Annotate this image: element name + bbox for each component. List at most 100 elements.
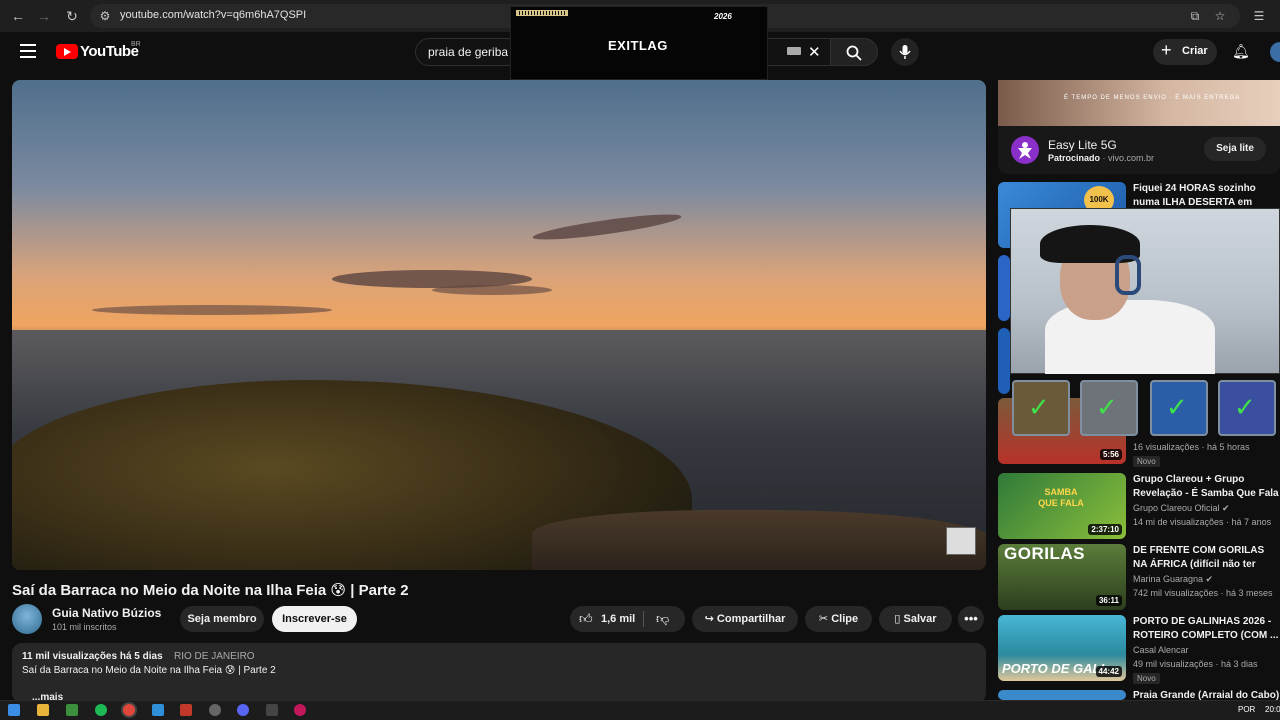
notifications-bell-icon[interactable]: 🔔︎ bbox=[1232, 43, 1250, 59]
thumb-text: GORILAS bbox=[1004, 544, 1085, 563]
channel-watermark[interactable] bbox=[946, 527, 976, 555]
youtube-wordmark[interactable]: YouTube bbox=[80, 43, 139, 60]
taskbar-app-icon[interactable] bbox=[294, 704, 306, 716]
rank-badge: ✓ bbox=[1218, 380, 1276, 436]
check-icon: ✓ bbox=[1234, 392, 1256, 422]
search-value[interactable]: praia de geriba bbox=[428, 45, 508, 59]
bookmark-star-icon[interactable]: ☆ bbox=[1213, 9, 1227, 23]
clip-button[interactable]: ✂ Clipe bbox=[805, 606, 872, 632]
video-title: Saí da Barraca no Meio da Noite na Ilha … bbox=[12, 582, 409, 599]
taskbar-app-icon[interactable] bbox=[152, 704, 164, 716]
channel-name[interactable]: Guia Nativo Búzios bbox=[52, 606, 161, 620]
reload-icon[interactable]: ↻ bbox=[64, 8, 80, 24]
discord-icon[interactable] bbox=[237, 704, 249, 716]
search-icon bbox=[846, 45, 862, 61]
recommendation-channel[interactable]: Marina Guaragna ✔ bbox=[1133, 574, 1213, 585]
check-icon: ✓ bbox=[1096, 392, 1118, 422]
video-cloud bbox=[531, 209, 683, 245]
reading-list-icon[interactable]: ☰ bbox=[1252, 9, 1266, 23]
recommendation-channel[interactable]: Casal Alencar bbox=[1133, 645, 1189, 655]
recommendation-thumbnail[interactable]: PORTO DE GALI 44:42 bbox=[998, 615, 1126, 681]
video-duration: 36:11 bbox=[1095, 595, 1122, 606]
description-views: 11 mil visualizações há 5 dias bbox=[22, 651, 163, 662]
check-icon: ✓ bbox=[1028, 392, 1050, 422]
url-text[interactable]: youtube.com/watch?v=q6m6hA7QSPI bbox=[120, 9, 306, 21]
thumbs-down-icon[interactable]: 👎︎ bbox=[656, 611, 669, 627]
new-badge: Novo bbox=[1133, 456, 1160, 467]
taskbar-app-icon[interactable] bbox=[209, 704, 221, 716]
video-cloud bbox=[92, 305, 332, 315]
chrome-icon[interactable] bbox=[123, 704, 135, 716]
thumb-text: SAMBA QUE FALA bbox=[1038, 487, 1084, 508]
save-label: Salvar bbox=[903, 613, 937, 625]
file-explorer-icon[interactable] bbox=[37, 704, 49, 716]
scissors-icon: ✂ bbox=[818, 613, 832, 625]
windows-taskbar bbox=[0, 700, 1280, 720]
keyboard-language[interactable]: POR bbox=[1238, 705, 1255, 714]
recommendation-meta: 742 mil visualizações · há 3 meses bbox=[1133, 588, 1273, 598]
like-count[interactable]: 1,6 mil bbox=[601, 613, 635, 625]
clock[interactable]: 20:0 bbox=[1265, 705, 1280, 714]
plus-icon: + bbox=[1161, 40, 1172, 60]
keyboard-icon[interactable] bbox=[787, 47, 801, 55]
thumb-text: PORTO DE GALI bbox=[1002, 661, 1105, 676]
channel-subscribers: 101 mil inscritos bbox=[52, 622, 117, 632]
exitlag-tag: 2026 bbox=[714, 12, 732, 21]
share-label: Compartilhar bbox=[716, 613, 786, 625]
hamburger-menu-icon[interactable] bbox=[20, 44, 36, 58]
microphone-icon bbox=[899, 45, 911, 59]
recommendation-thumbnail[interactable]: SAMBA QUE FALA 2:37:10 bbox=[998, 473, 1126, 539]
video-duration: 44:42 bbox=[1095, 666, 1122, 677]
ad-banner[interactable] bbox=[998, 80, 1280, 126]
recommendation-thumbnail[interactable] bbox=[998, 255, 1010, 321]
recommendation-meta: 14 mi de visualizações · há 7 anos bbox=[1133, 517, 1272, 527]
clip-label: Clipe bbox=[831, 613, 859, 625]
recommendation-thumbnail[interactable] bbox=[998, 690, 1126, 700]
site-info-icon[interactable]: ⚙ bbox=[98, 9, 112, 23]
recommendation-thumbnail[interactable]: GORILAS 36:11 bbox=[998, 544, 1126, 610]
start-icon[interactable] bbox=[8, 704, 20, 716]
ad-sponsor-line: Patrocinado · vivo.com.br bbox=[1048, 153, 1154, 163]
region-code: BR bbox=[131, 41, 141, 48]
search-button[interactable] bbox=[830, 38, 878, 66]
taskbar-app-icon[interactable] bbox=[180, 704, 192, 716]
rank-badge: ✓ bbox=[1150, 380, 1208, 436]
exitlag-logo: EXITLAG bbox=[608, 38, 668, 53]
ad-domain: vivo.com.br bbox=[1108, 153, 1155, 163]
recommendation-title[interactable]: PORTO DE GALINHAS 2026 - ROTEIRO COMPLET… bbox=[1133, 615, 1280, 643]
video-cloud bbox=[432, 285, 552, 295]
video-duration: 2:37:10 bbox=[1088, 524, 1122, 535]
install-app-icon[interactable]: ⧉ bbox=[1188, 9, 1202, 23]
youtube-logo-icon[interactable] bbox=[56, 44, 78, 59]
ad-advertiser-logo[interactable] bbox=[1011, 136, 1039, 164]
recommendation-meta: 16 visualizações · há 5 horas bbox=[1133, 442, 1250, 452]
ad-cta-button[interactable]: Seja lite bbox=[1204, 137, 1266, 161]
recommendation-title[interactable]: Praia Grande (Arraial do Cabo) bbox=[1133, 690, 1280, 700]
join-button[interactable]: Seja membro bbox=[180, 606, 264, 632]
spotify-icon[interactable] bbox=[95, 704, 107, 716]
ad-banner-text: É TEMPO DE MENOS ENVIO · É MAIS ENTREGA bbox=[1064, 95, 1241, 101]
like-divider bbox=[643, 611, 644, 627]
ad-title[interactable]: Easy Lite 5G bbox=[1048, 138, 1117, 152]
video-player[interactable] bbox=[12, 80, 986, 570]
taskbar-app-icon[interactable] bbox=[266, 704, 278, 716]
subscribe-button[interactable]: Inscrever-se bbox=[272, 606, 357, 632]
recommendation-title[interactable]: Grupo Clareou + Grupo Revelação - É Samb… bbox=[1133, 473, 1280, 501]
share-button[interactable]: ↪ Compartilhar bbox=[692, 606, 798, 632]
description-location[interactable]: RIO DE JANEIRO bbox=[174, 651, 255, 662]
recommendation-channel[interactable]: Grupo Clareou Oficial ✔ bbox=[1133, 503, 1230, 514]
create-label: Criar bbox=[1182, 45, 1208, 57]
back-icon[interactable]: ← bbox=[10, 8, 26, 24]
recommendation-title[interactable]: Fiquei 24 HORAS sozinho numa ILHA DESERT… bbox=[1133, 182, 1280, 210]
channel-avatar[interactable] bbox=[12, 604, 42, 634]
recommendation-title[interactable]: DE FRENTE COM GORILAS NA ÁFRICA (difícil… bbox=[1133, 544, 1280, 572]
description-text: Saí da Barraca no Meio da Noite na Ilha … bbox=[22, 665, 276, 676]
more-actions-button[interactable]: ••• bbox=[958, 606, 984, 632]
taskbar-app-icon[interactable] bbox=[66, 704, 78, 716]
forward-icon[interactable]: → bbox=[36, 8, 52, 24]
clear-search-icon[interactable]: ✕ bbox=[808, 43, 821, 61]
voice-search-button[interactable] bbox=[891, 38, 919, 66]
thumbs-up-icon[interactable]: 👍︎ bbox=[579, 611, 593, 627]
save-button[interactable]: ▯ Salvar bbox=[879, 606, 952, 632]
video-rocks bbox=[532, 510, 986, 570]
